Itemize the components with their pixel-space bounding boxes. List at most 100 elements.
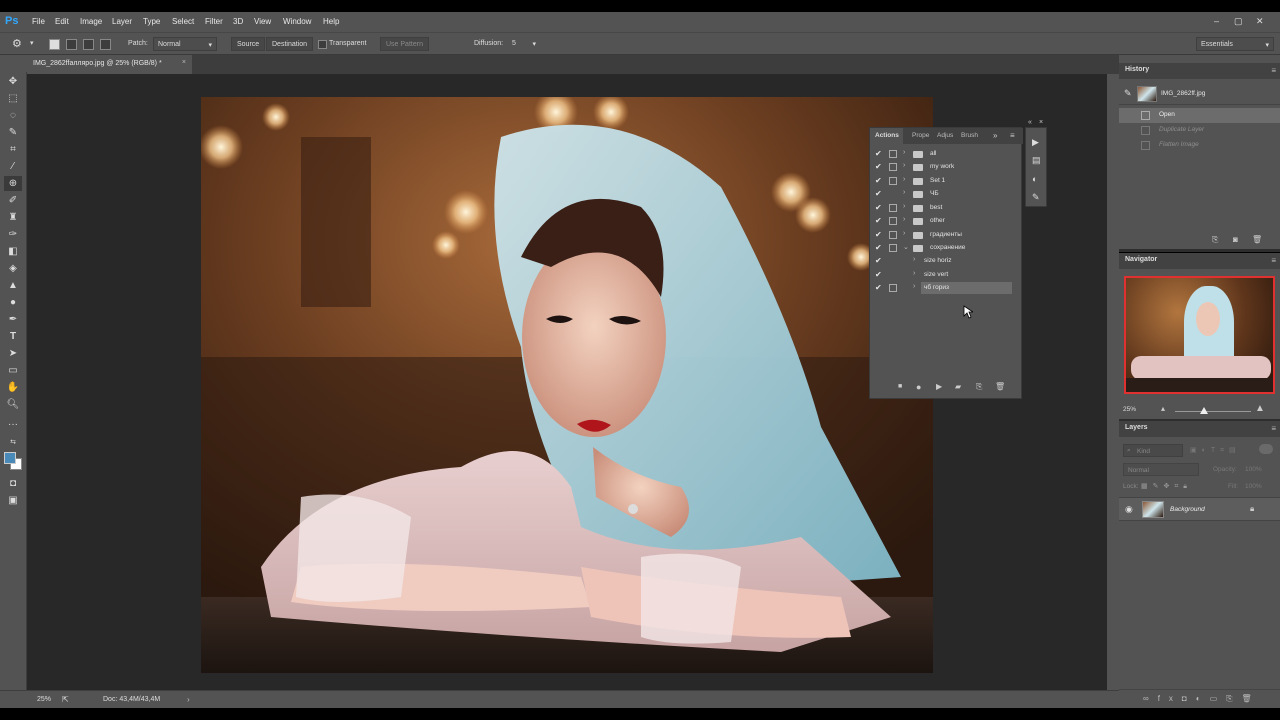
action-set-row[interactable]: ✔ › градиенты: [872, 229, 1010, 242]
more-tools-icon[interactable]: ···: [4, 417, 22, 432]
dialog-toggle-icon[interactable]: [889, 150, 897, 158]
chevron-right-icon[interactable]: ›: [903, 230, 905, 237]
menu-edit[interactable]: Edit: [55, 17, 69, 26]
action-set-row[interactable]: ✔ › best: [872, 202, 1010, 215]
check-icon[interactable]: ✔: [875, 176, 882, 185]
document-tab[interactable]: IMG_2862ffалляро.jpg @ 25% (RGB/8) * ×: [27, 55, 192, 74]
record-icon[interactable]: ●: [916, 382, 921, 392]
add-selection-icon[interactable]: [66, 39, 77, 50]
source-button[interactable]: Source: [231, 37, 266, 51]
minimize-button[interactable]: –: [1214, 16, 1219, 26]
zoom-readout[interactable]: 25%: [37, 696, 51, 703]
tool-preset-chevron-icon[interactable]: ▾: [30, 39, 34, 47]
action-set-row[interactable]: ✔ ⌄ сохранение: [872, 242, 1010, 255]
dialog-toggle-icon[interactable]: [889, 217, 897, 225]
zoom-slider-handle[interactable]: [1200, 407, 1208, 414]
move-tool-icon[interactable]: ✥: [4, 74, 22, 89]
history-item[interactable]: Open: [1119, 108, 1280, 123]
panel-menu-icon[interactable]: ≡: [1271, 424, 1276, 433]
tab-brush[interactable]: Brush: [961, 132, 978, 139]
destination-button[interactable]: Destination: [266, 37, 314, 51]
history-item[interactable]: Flatten Image: [1119, 138, 1280, 153]
quick-mask-icon[interactable]: ◘: [4, 476, 22, 491]
layers-tab[interactable]: Layers: [1125, 424, 1148, 431]
collapse-icon[interactable]: «: [1028, 119, 1032, 126]
chevron-right-icon[interactable]: ›: [903, 162, 905, 169]
blur-tool-icon[interactable]: ▲: [4, 278, 22, 293]
chevron-down-icon[interactable]: ⌄: [903, 243, 909, 251]
action-set-row[interactable]: ✔ › ЧБ: [872, 188, 1010, 201]
action-set-row[interactable]: ✔ › Set 1: [872, 175, 1010, 188]
panel-menu-icon[interactable]: ≡: [1271, 256, 1276, 265]
camera-icon[interactable]: ◙: [1233, 235, 1238, 244]
check-icon[interactable]: ✔: [875, 243, 882, 252]
close-button[interactable]: ✕: [1256, 16, 1264, 27]
tab-properties[interactable]: Prope: [912, 132, 929, 139]
dodge-tool-icon[interactable]: ●: [4, 295, 22, 310]
chevron-right-icon[interactable]: ›: [903, 189, 905, 196]
close-icon[interactable]: ×: [1039, 119, 1043, 126]
panel-menu-icon[interactable]: ≡: [1010, 131, 1015, 140]
action-set-row[interactable]: ✔ › all: [872, 148, 1010, 161]
adjustments-panel-icon[interactable]: ◐: [1032, 174, 1037, 184]
diffusion-input[interactable]: 5 ▾: [508, 37, 538, 51]
hand-tool-icon[interactable]: ✋: [4, 380, 22, 395]
history-brush-tool-icon[interactable]: ✑: [4, 227, 22, 242]
trash-icon[interactable]: 🗑︎: [995, 382, 1005, 391]
patch-mode-select[interactable]: Normal ▾: [153, 37, 217, 51]
chevron-right-icon[interactable]: ›: [903, 149, 905, 156]
screen-mode-icon[interactable]: ▣: [4, 493, 22, 508]
zoom-slider-track[interactable]: [1175, 411, 1251, 412]
history-snapshot[interactable]: ✎ IMG_2862ff.jpg: [1119, 83, 1280, 105]
layer-action-icons[interactable]: ∞fx◘◐▭⎘🗑︎: [1143, 694, 1261, 704]
check-icon[interactable]: ✔: [875, 283, 882, 292]
lock-icons[interactable]: ▦✎✥⌗🔒︎: [1141, 482, 1192, 491]
menu-type[interactable]: Type: [143, 17, 160, 26]
dialog-toggle-icon[interactable]: [889, 204, 897, 212]
use-pattern-button[interactable]: Use Pattern: [380, 37, 429, 51]
path-select-tool-icon[interactable]: ➤: [4, 346, 22, 361]
layer-row[interactable]: ◉ Background 🔒︎: [1119, 497, 1280, 521]
action-set-row[interactable]: ✔ › other: [872, 215, 1010, 228]
blend-mode-select[interactable]: Normal: [1123, 463, 1199, 476]
lasso-tool-icon[interactable]: ◌: [4, 108, 22, 123]
tab-actions[interactable]: Actions: [875, 132, 899, 139]
check-icon[interactable]: ✔: [875, 270, 882, 279]
foreground-color-swatch[interactable]: [4, 452, 16, 464]
action-row[interactable]: ✔ › size vert: [872, 269, 1010, 282]
zoom-in-icon[interactable]: ▲: [1255, 403, 1265, 414]
check-icon[interactable]: ✔: [875, 256, 882, 265]
layer-name[interactable]: Background: [1170, 506, 1205, 513]
eyedropper-tool-icon[interactable]: ⁄: [4, 159, 22, 174]
maximize-button[interactable]: ▢: [1234, 16, 1243, 27]
menu-layer[interactable]: Layer: [112, 17, 132, 26]
menu-file[interactable]: File: [32, 17, 45, 26]
gradient-tool-icon[interactable]: ◈: [4, 261, 22, 276]
menu-filter[interactable]: Filter: [205, 17, 223, 26]
navigator-zoom-value[interactable]: 25%: [1123, 406, 1136, 413]
trash-icon[interactable]: 🗑︎: [1252, 235, 1262, 244]
share-icon[interactable]: ⇱: [62, 695, 69, 704]
chevron-right-icon[interactable]: ›: [913, 270, 915, 277]
dialog-toggle-icon[interactable]: [889, 163, 897, 171]
chevron-right-icon[interactable]: ›: [187, 695, 190, 704]
intersect-selection-icon[interactable]: [100, 39, 111, 50]
brush-panel-icon[interactable]: ✎: [1032, 192, 1040, 203]
check-icon[interactable]: ✔: [875, 203, 882, 212]
zoom-tool-icon[interactable]: 🔍︎: [4, 397, 22, 412]
history-item[interactable]: Duplicate Layer: [1119, 123, 1280, 138]
dialog-toggle-icon[interactable]: [889, 177, 897, 185]
chevron-right-icon[interactable]: ›: [913, 256, 915, 263]
patch-tool-icon[interactable]: ⚙: [12, 37, 22, 50]
layer-filter-icons[interactable]: ▣◐T⌗▤: [1190, 446, 1241, 455]
pen-tool-icon[interactable]: ✒: [4, 312, 22, 327]
stop-icon[interactable]: ■: [898, 383, 902, 390]
properties-panel-icon[interactable]: ▤: [1032, 155, 1041, 166]
play-icon[interactable]: ▶: [936, 382, 942, 391]
transparent-checkbox[interactable]: [318, 40, 327, 49]
navigator-tab[interactable]: Navigator: [1125, 256, 1157, 263]
clone-stamp-tool-icon[interactable]: ♜: [4, 210, 22, 225]
healing-tool-icon[interactable]: ⊕: [4, 176, 22, 191]
chevron-right-icon[interactable]: ›: [903, 203, 905, 210]
crop-tool-icon[interactable]: ⌗: [4, 142, 22, 157]
